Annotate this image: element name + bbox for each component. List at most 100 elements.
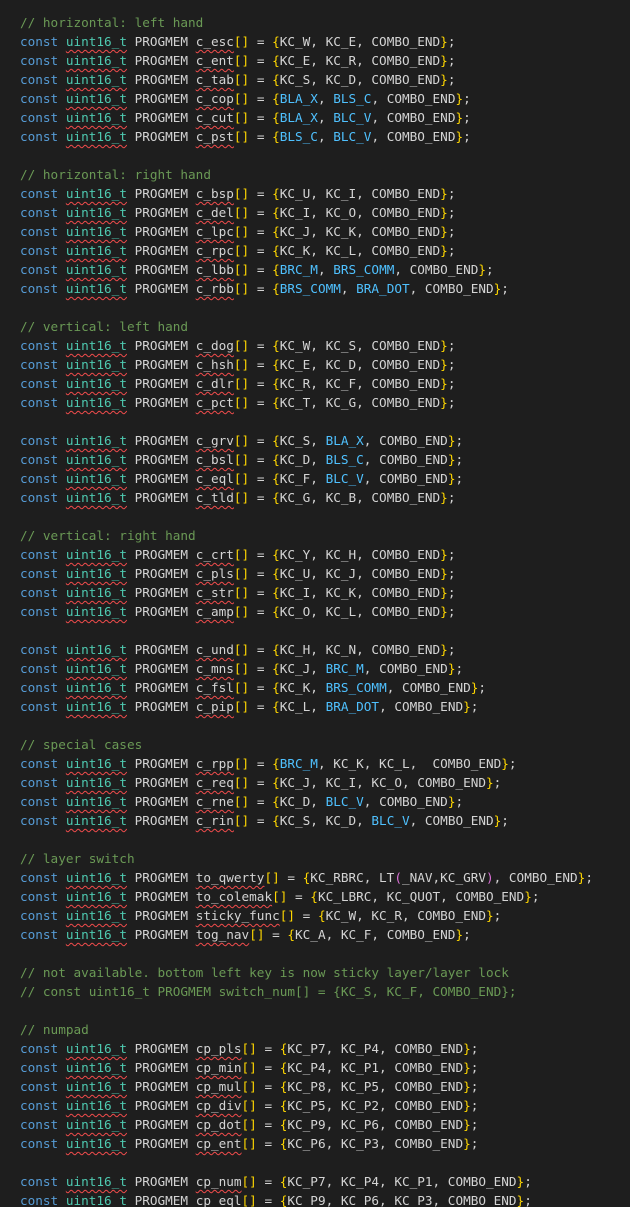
code-line[interactable]: const uint16_t PROGMEM cp_pls[] = {KC_P7… — [20, 1039, 478, 1058]
code-line[interactable]: const uint16_t PROGMEM c_pct[] = {KC_T, … — [20, 393, 455, 412]
code-line[interactable]: const uint16_t PROGMEM c_eql[] = {KC_F, … — [20, 469, 463, 488]
code-line[interactable]: const uint16_t PROGMEM cp_mul[] = {KC_P8… — [20, 1077, 478, 1096]
code-line[interactable]: const uint16_t PROGMEM c_cut[] = {BLA_X,… — [20, 108, 471, 127]
code-line[interactable]: const uint16_t PROGMEM c_tab[] = {KC_S, … — [20, 70, 455, 89]
code-line[interactable]: const uint16_t PROGMEM c_bsp[] = {KC_U, … — [20, 184, 455, 203]
code-line[interactable]: const uint16_t PROGMEM c_pls[] = {KC_U, … — [20, 564, 455, 583]
bracket-token: [] — [233, 34, 250, 49]
bracket-token: [] — [233, 376, 250, 391]
type-token: uint16_t — [65, 243, 127, 258]
code-text: ; — [470, 699, 479, 714]
code-line[interactable]: const uint16_t PROGMEM c_cop[] = {BLA_X,… — [20, 89, 471, 108]
code-line[interactable]: const uint16_t PROGMEM c_del[] = {KC_I, … — [20, 203, 455, 222]
keyword-token: const — [20, 433, 59, 448]
code-line[interactable]: const uint16_t PROGMEM c_str[] = {KC_I, … — [20, 583, 455, 602]
bracket-token: [] — [233, 129, 250, 144]
code-editor[interactable]: // horizontal: left hand const uint16_t P… — [0, 0, 630, 1207]
code-text: PROGMEM — [126, 813, 196, 828]
identifier-token: sticky_func — [195, 908, 280, 923]
comment-line[interactable]: // special cases — [20, 735, 142, 754]
code-line[interactable]: const uint16_t PROGMEM c_hsh[] = {KC_E, … — [20, 355, 455, 374]
code-text: PROGMEM — [126, 1136, 196, 1151]
comment-line[interactable]: // not available. bottom left key is now… — [20, 963, 509, 982]
code-text: KC_P8, KC_P5, COMBO_END — [287, 1079, 464, 1094]
code-text: PROGMEM — [126, 1041, 196, 1056]
type-token: uint16_t — [65, 205, 127, 220]
type-token: uint16_t — [65, 1136, 127, 1151]
code-line[interactable]: const uint16_t PROGMEM c_ent[] = {KC_E, … — [20, 51, 455, 70]
code-line[interactable]: const uint16_t PROGMEM c_crt[] = {KC_Y, … — [20, 545, 455, 564]
code-line[interactable]: const uint16_t PROGMEM c_grv[] = {KC_S, … — [20, 431, 463, 450]
code-text: = — [295, 908, 318, 923]
code-line[interactable]: const uint16_t PROGMEM c_und[] = {KC_H, … — [20, 640, 455, 659]
code-line[interactable]: const uint16_t PROGMEM cp_dot[] = {KC_P9… — [20, 1115, 478, 1134]
code-line[interactable]: const uint16_t PROGMEM tog_nav[] = {KC_A… — [20, 925, 471, 944]
code-line[interactable]: const uint16_t PROGMEM c_rbb[] = {BRS_CO… — [20, 279, 509, 298]
code-text: KC_L, — [279, 699, 326, 714]
code-text: ; — [463, 91, 471, 106]
code-text: KC_J, KC_I, KC_O, COMBO_END — [279, 775, 486, 790]
comment-token: // horizontal: right hand — [20, 167, 211, 182]
code-text: PROGMEM — [126, 1174, 196, 1189]
bracket-token: [] — [233, 243, 250, 258]
code-text: KC_K, — [279, 680, 326, 695]
type-token: uint16_t — [65, 1079, 127, 1094]
comment-line[interactable]: // vertical: left hand — [20, 317, 188, 336]
type-token: uint16_t — [65, 34, 127, 49]
code-text: PROGMEM — [126, 908, 196, 923]
comment-line[interactable]: // numpad — [20, 1020, 89, 1039]
code-line[interactable]: const uint16_t PROGMEM c_esc[] = {KC_W, … — [20, 32, 455, 51]
code-line[interactable]: const uint16_t PROGMEM c_dog[] = {KC_W, … — [20, 336, 455, 355]
code-line[interactable]: const uint16_t PROGMEM c_bsl[] = {KC_D, … — [20, 450, 463, 469]
code-line[interactable]: const uint16_t PROGMEM c_pip[] = {KC_L, … — [20, 697, 478, 716]
type-token: uint16_t — [65, 1117, 127, 1132]
code-line[interactable]: const uint16_t PROGMEM c_fsl[] = {KC_K, … — [20, 678, 486, 697]
code-line[interactable]: const uint16_t PROGMEM c_req[] = {KC_J, … — [20, 773, 501, 792]
comment-line[interactable]: // layer switch — [20, 849, 135, 868]
code-line[interactable]: const uint16_t PROGMEM c_pst[] = {BLS_C,… — [20, 127, 471, 146]
code-line[interactable]: const uint16_t PROGMEM c_tld[] = {KC_G, … — [20, 488, 455, 507]
bracket-token: { — [272, 471, 280, 486]
bracket-token: [] — [233, 186, 250, 201]
code-text: ; — [501, 281, 509, 296]
code-line[interactable]: const uint16_t PROGMEM cp_div[] = {KC_P5… — [20, 1096, 478, 1115]
code-line[interactable]: const uint16_t PROGMEM sticky_func[] = {… — [20, 906, 501, 925]
code-line[interactable]: const uint16_t PROGMEM c_lpc[] = {KC_J, … — [20, 222, 455, 241]
code-line[interactable]: const uint16_t PROGMEM cp_eql[] = {KC_P9… — [20, 1191, 532, 1207]
code-text: ; — [470, 1136, 479, 1151]
code-line[interactable]: const uint16_t PROGMEM to_colemak[] = {K… — [20, 887, 539, 906]
code-text: ; — [447, 547, 456, 562]
code-line[interactable]: const uint16_t PROGMEM cp_ent[] = {KC_P6… — [20, 1134, 478, 1153]
code-line[interactable]: const uint16_t PROGMEM c_mns[] = {KC_J, … — [20, 659, 463, 678]
bracket-token: [] — [241, 1060, 257, 1075]
code-line[interactable]: const uint16_t PROGMEM to_qwerty[] = {KC… — [20, 868, 593, 887]
comment-line[interactable]: // horizontal: right hand — [20, 165, 211, 184]
bracket-token: [] — [279, 908, 296, 923]
code-line[interactable]: const uint16_t PROGMEM c_dlr[] = {KC_R, … — [20, 374, 455, 393]
code-line[interactable]: const uint16_t PROGMEM c_rin[] = {KC_S, … — [20, 811, 509, 830]
comment-line[interactable]: // vertical: right hand — [20, 526, 196, 545]
code-line[interactable]: const uint16_t PROGMEM c_amp[] = {KC_O, … — [20, 602, 455, 621]
code-text: PROGMEM — [126, 699, 196, 714]
comment-line[interactable]: // const uint16_t PROGMEM switch_num[] =… — [20, 982, 517, 1001]
comment-token: // numpad — [20, 1022, 89, 1037]
code-text: PROGMEM — [126, 243, 196, 258]
comment-line[interactable]: // horizontal: left hand — [20, 13, 203, 32]
code-line[interactable]: const uint16_t PROGMEM c_lbb[] = {BRC_M,… — [20, 260, 494, 279]
bracket-token: } — [455, 129, 464, 144]
type-token: uint16_t — [65, 452, 127, 467]
bracket-token: } — [440, 395, 448, 410]
code-line[interactable]: const uint16_t PROGMEM c_rpc[] = {KC_K, … — [20, 241, 455, 260]
code-text: PROGMEM — [126, 1060, 196, 1075]
code-line[interactable]: const uint16_t PROGMEM c_rne[] = {KC_D, … — [20, 792, 463, 811]
code-text: ; — [493, 908, 502, 923]
code-line[interactable]: const uint16_t PROGMEM cp_min[] = {KC_P4… — [20, 1058, 478, 1077]
code-text: PROGMEM — [126, 471, 196, 486]
code-text: PROGMEM — [126, 91, 196, 106]
code-line[interactable]: const uint16_t PROGMEM cp_num[] = {KC_P7… — [20, 1172, 532, 1191]
code-line[interactable]: const uint16_t PROGMEM c_rpp[] = {BRC_M,… — [20, 754, 517, 773]
